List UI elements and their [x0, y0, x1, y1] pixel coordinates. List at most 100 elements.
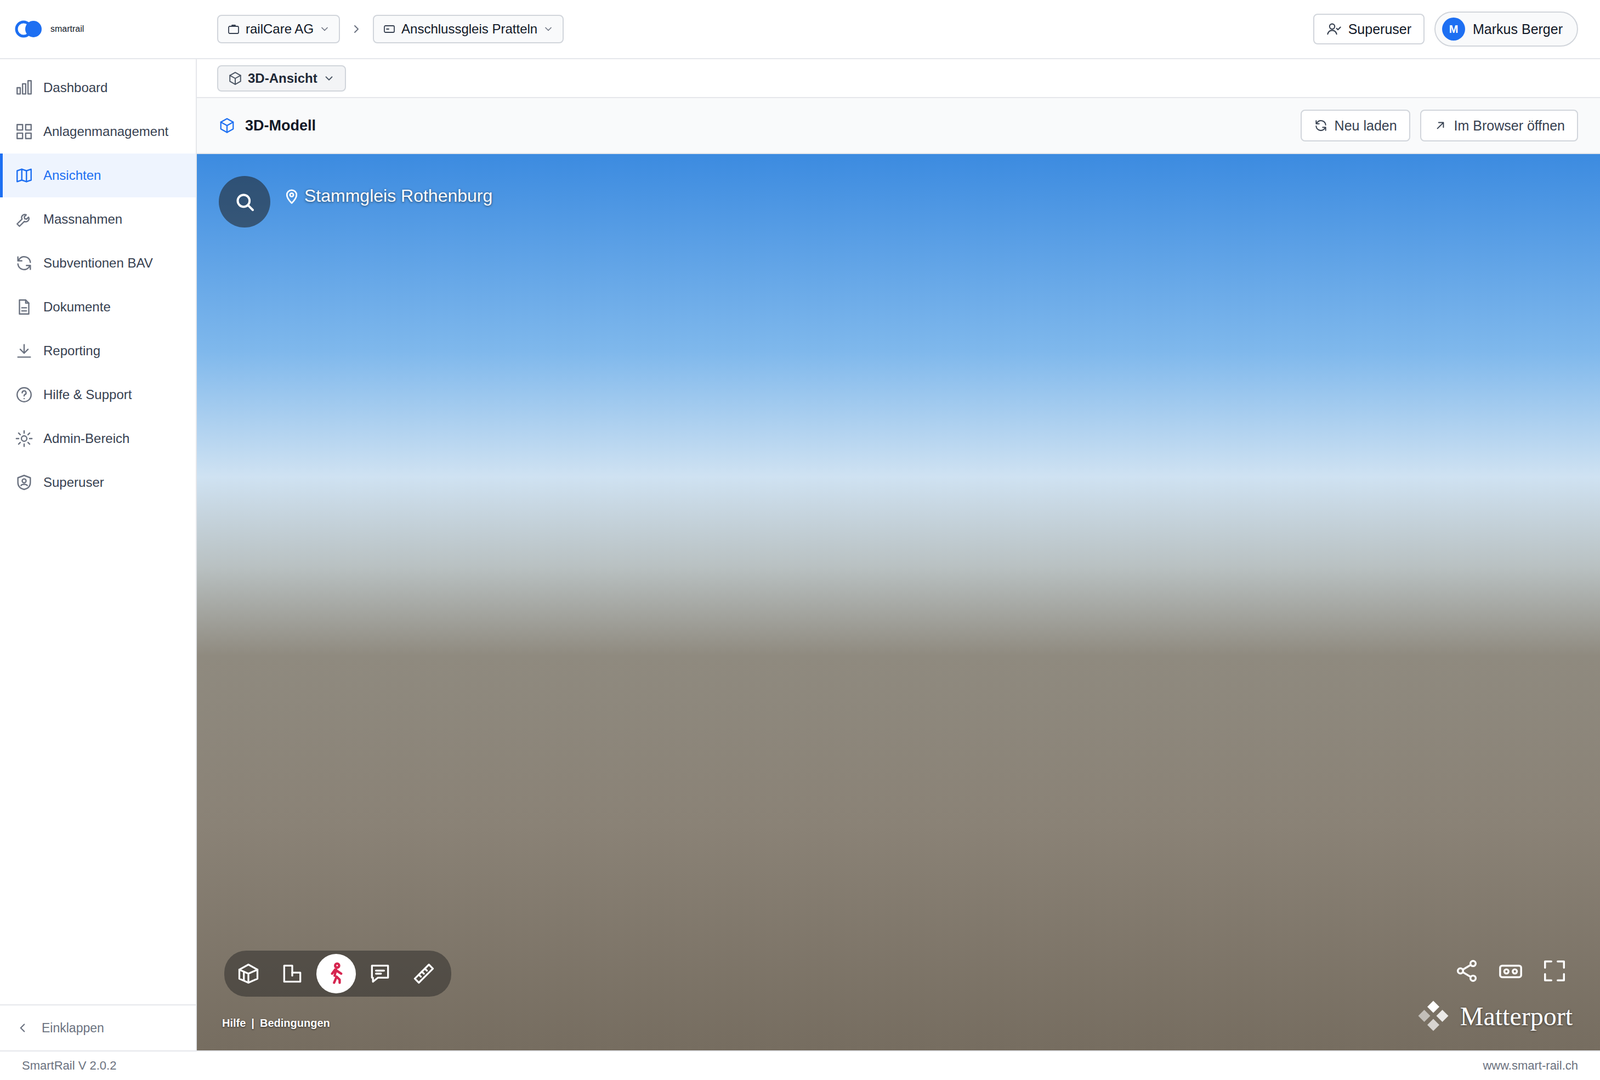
pin-icon	[283, 188, 300, 205]
gear-icon	[14, 429, 34, 448]
dollhouse-icon	[236, 961, 261, 986]
sidebar: Dashboard Anlagenmanagement Ansichten Massn…	[0, 59, 197, 1051]
label: Subventionen BAV	[43, 255, 153, 271]
sidebar-item[interactable]: Massnahmen	[0, 197, 196, 242]
breadcrumb-dropdown[interactable]: railCare AG	[217, 14, 340, 44]
chart-icon	[14, 78, 34, 98]
viewer-tool[interactable]	[228, 954, 269, 994]
viewer-tool[interactable]	[272, 954, 312, 994]
comment-icon	[367, 961, 393, 986]
label: Anschlussgleis Pratteln	[401, 21, 538, 37]
breadcrumb-dropdown[interactable]: Anschlussgleis Pratteln	[372, 14, 564, 44]
user-check-icon	[1326, 21, 1342, 37]
download-icon	[14, 341, 34, 361]
label: Im Browser öffnen	[1454, 117, 1565, 134]
collapse-button[interactable]: Einklappen	[0, 1004, 196, 1051]
sidebar-item[interactable]: Reporting	[0, 328, 196, 373]
chevron-right-icon	[349, 22, 363, 36]
label: Stammgleis Rothenburg	[304, 185, 493, 207]
viewer-link[interactable]: Bedingungen	[259, 1017, 331, 1030]
view-select[interactable]: 3D-Ansicht	[217, 65, 346, 92]
sidebar-item[interactable]: Admin-Bereich	[0, 416, 196, 461]
shield-icon	[14, 473, 34, 492]
help-icon	[14, 385, 34, 405]
label: Reporting	[43, 343, 101, 359]
chevron-down-icon	[319, 23, 331, 35]
sidebar-item[interactable]: Subventionen BAV	[0, 241, 196, 286]
document-icon	[14, 297, 34, 317]
avatar: M	[1442, 17, 1466, 41]
viewer-tool[interactable]	[316, 954, 356, 994]
briefcase-icon	[227, 22, 241, 36]
matterport-brand[interactable]: Matterport	[1415, 997, 1573, 1035]
share-button[interactable]	[1454, 958, 1480, 986]
vr-headset-icon	[1498, 958, 1524, 984]
vr-button[interactable]	[1498, 958, 1524, 986]
label: Einklappen	[41, 1020, 105, 1036]
version: SmartRail V 2.0.2	[21, 1058, 117, 1074]
chevron-down-icon	[322, 72, 336, 85]
sidebar-item[interactable]: Hilfe & Support	[0, 372, 196, 417]
floorplan-icon	[280, 961, 305, 986]
label: Neu laden	[1334, 117, 1398, 134]
viewer-tool[interactable]	[360, 954, 400, 994]
3d-viewer[interactable]: Stammgleis Rothenburg Hilfe | Bedingungen Ma…	[196, 154, 1600, 1051]
header-actions: Superuser M Markus Berger	[1313, 11, 1600, 47]
wrench-icon	[14, 210, 34, 229]
cube-icon	[218, 117, 236, 134]
panel-header: 3D-Modell Neu laden Im Browser öffnen	[196, 98, 1600, 155]
fullscreen-button[interactable]	[1541, 958, 1568, 986]
user-menu[interactable]: M Markus Berger	[1434, 11, 1579, 47]
breadcrumb: railCare AG Anschlussgleis Pratteln	[196, 14, 1314, 44]
fullscreen-icon	[1541, 958, 1568, 984]
sidebar-item[interactable]: Ansichten	[0, 153, 196, 198]
card-icon	[382, 22, 396, 36]
sidebar-item[interactable]: Dokumente	[0, 285, 196, 329]
logo-text: smartrail	[50, 24, 84, 34]
logo-icon	[14, 19, 44, 39]
panel-title: 3D-Modell	[245, 117, 1291, 135]
label: Superuser	[43, 474, 105, 491]
label: Ansichten	[43, 167, 101, 184]
viewer-link[interactable]: Hilfe	[222, 1017, 246, 1030]
brand-text: Matterport	[1460, 1001, 1573, 1032]
top-bar: smartrail railCare AG Anschlussgleis Pratt…	[0, 0, 1600, 60]
open-browser-button[interactable]: Im Browser öffnen	[1420, 109, 1579, 142]
label: Dokumente	[43, 299, 111, 315]
viewer-tool[interactable]	[404, 954, 444, 994]
location-label: Stammgleis Rothenburg	[283, 185, 493, 207]
sidebar-item[interactable]: Anlagenmanagement	[0, 109, 196, 154]
label: Dashboard	[43, 80, 108, 96]
label: Admin-Bereich	[43, 430, 130, 447]
main-panel: 3D-Ansicht 3D-Modell Neu laden Im Browser ö…	[196, 59, 1600, 1051]
label: Massnahmen	[43, 211, 123, 228]
map-icon	[14, 166, 34, 185]
sidebar-nav: Dashboard Anlagenmanagement Ansichten Massn…	[0, 59, 196, 1005]
search-icon	[233, 190, 256, 213]
sidebar-item[interactable]: Superuser	[0, 460, 196, 505]
external-link-icon	[1433, 118, 1448, 133]
website-link[interactable]: www.smart-rail.ch	[1482, 1058, 1579, 1074]
search-button[interactable]	[218, 176, 271, 228]
walk-icon	[324, 961, 349, 986]
separator: |	[251, 1017, 255, 1030]
refresh-icon	[1313, 118, 1329, 133]
reload-button[interactable]: Neu laden	[1300, 109, 1411, 142]
refresh-icon	[14, 253, 34, 273]
grid-icon	[14, 122, 34, 141]
cube-icon	[228, 71, 243, 86]
viewer-toolbar	[224, 950, 452, 997]
label: railCare AG	[245, 21, 314, 37]
sidebar-item[interactable]: Dashboard	[0, 65, 196, 110]
superuser-button[interactable]: Superuser	[1313, 13, 1425, 45]
logo[interactable]: smartrail	[0, 19, 197, 39]
label: 3D-Ansicht	[247, 70, 318, 87]
viewer-actions	[1454, 958, 1568, 986]
view-bar: 3D-Ansicht	[196, 59, 1600, 99]
share-icon	[1454, 958, 1480, 984]
user-name: Markus Berger	[1472, 21, 1563, 38]
content-area: Dashboard Anlagenmanagement Ansichten Massn…	[0, 59, 1600, 1051]
label: Anlagenmanagement	[43, 123, 169, 140]
matterport-logo-icon	[1415, 997, 1452, 1035]
chevron-down-icon	[542, 23, 554, 35]
